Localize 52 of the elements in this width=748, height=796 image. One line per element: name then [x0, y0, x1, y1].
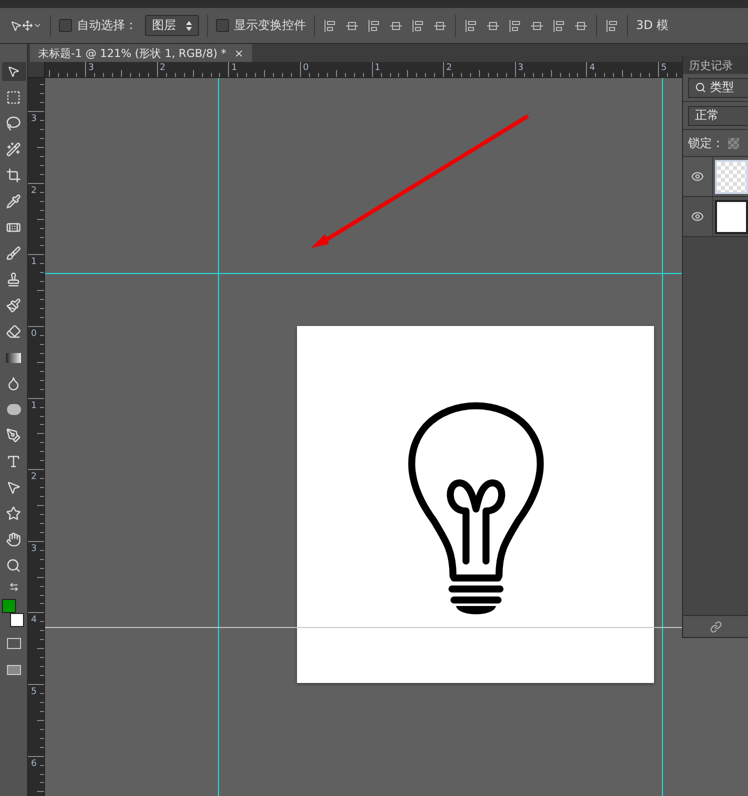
align-icon[interactable] — [464, 18, 478, 32]
transform-controls-checkbox[interactable] — [216, 19, 229, 32]
auto-select-label: 自动选择： — [77, 17, 137, 34]
ruler-number: 6 — [31, 758, 37, 769]
visibility-eye-icon[interactable] — [691, 170, 704, 183]
ruler-number: 3 — [518, 63, 524, 73]
lock-label: 锁定： — [688, 134, 724, 152]
ruler-number: 4 — [589, 63, 596, 73]
layer-thumbnail — [715, 200, 748, 234]
align-icon[interactable] — [508, 18, 522, 32]
ruler-number: 5 — [661, 63, 667, 73]
foreground-color-swatch[interactable] — [2, 599, 16, 613]
ruler-number: 3 — [31, 544, 37, 554]
transform-controls-label: 显示变换控件 — [234, 17, 306, 34]
background-color-swatch[interactable] — [10, 613, 24, 627]
target-dropdown[interactable]: 图层 — [145, 15, 199, 36]
ruler-number: 0 — [31, 329, 37, 339]
auto-select-checkbox[interactable] — [59, 19, 72, 32]
layer-thumbnail — [715, 160, 748, 194]
align-icon[interactable] — [411, 18, 425, 32]
ruler-number: 1 — [31, 400, 37, 411]
ruler-number: 3 — [31, 114, 37, 124]
swap-colors-icon[interactable] — [8, 582, 18, 592]
ruler-number: 2 — [31, 472, 37, 482]
visibility-eye-icon[interactable] — [691, 210, 704, 223]
ruler-number: 1 — [231, 63, 238, 73]
layer-row[interactable] — [683, 157, 748, 197]
align-icon[interactable] — [605, 18, 619, 32]
link-icon[interactable] — [710, 620, 722, 632]
up-down-arrows-icon — [186, 20, 192, 30]
filter-dropdown[interactable]: 类型 — [688, 78, 748, 98]
ruler-number: 2 — [160, 63, 166, 73]
align-icon[interactable] — [367, 18, 381, 32]
move-tool-icon[interactable] — [2, 62, 26, 81]
document-tab[interactable]: 未标题-1 @ 121% (形状 1, RGB/8) * × — [30, 44, 252, 62]
ruler-number: 0 — [303, 63, 309, 73]
ruler-number: 4 — [31, 615, 37, 626]
close-tab-button[interactable]: × — [234, 46, 244, 60]
ruler-number: 1 — [31, 257, 37, 268]
ruler-number: 2 — [31, 186, 37, 196]
ruler-number: 1 — [374, 63, 380, 73]
ruler-number: 5 — [31, 687, 37, 697]
blend-mode-dropdown[interactable]: 正常 — [688, 106, 748, 126]
history-tab[interactable]: 历史记录 — [683, 56, 748, 74]
ruler-number: 2 — [446, 63, 452, 73]
layer-row[interactable] — [683, 197, 748, 237]
ruler-number: 3 — [88, 63, 94, 73]
align-icon[interactable] — [552, 18, 566, 32]
align-icon[interactable] — [323, 18, 337, 32]
move-tool-icon[interactable] — [10, 20, 42, 32]
3d-mode-label: 3D 模 — [636, 17, 669, 34]
search-icon — [695, 82, 706, 93]
